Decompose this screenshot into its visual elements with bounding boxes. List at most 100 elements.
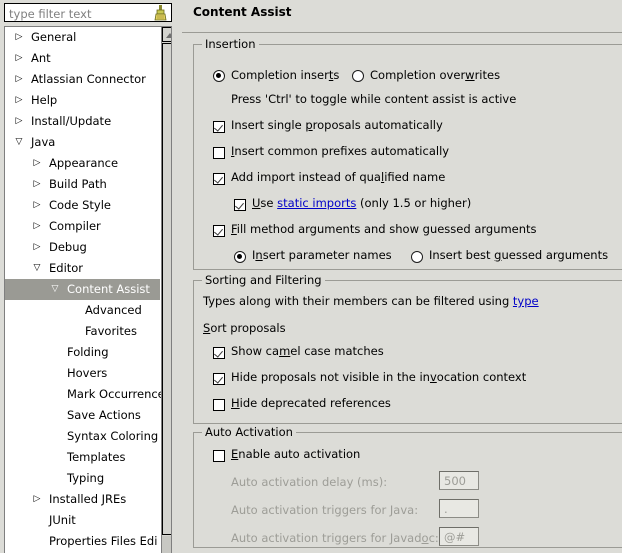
checkbox-add-import[interactable] [213, 173, 225, 185]
chevron-right-icon[interactable]: ▷ [13, 90, 25, 111]
radio-insert-parameter-names-label: Insert parameter names [252, 248, 392, 262]
checkbox-enable-auto-activation[interactable] [213, 450, 225, 462]
radio-completion-inserts-label: Completion inserts [231, 68, 339, 82]
scrollbar-thumb[interactable] [162, 43, 172, 535]
checkbox-show-camel-case[interactable] [213, 347, 225, 359]
checkbox-hide-not-visible[interactable] [213, 373, 225, 385]
chevron-right-icon[interactable]: ▷ [31, 174, 43, 195]
preferences-dialog: ▷General▷Ant▷Atlassian Connector▷Help▷In… [0, 0, 622, 553]
label-part: p [305, 118, 312, 132]
chevron-down-icon[interactable]: ▽ [31, 258, 43, 279]
auto-activation-group-legend: Auto Activation [202, 425, 296, 439]
tree-item-favorites[interactable]: Favorites [5, 321, 157, 342]
tree-item-general[interactable]: ▷General [5, 27, 157, 48]
tree-item-appearance[interactable]: ▷ Appearance [5, 153, 157, 174]
checkbox-insert-single-proposals-label: Insert single proposals automatically [231, 118, 443, 132]
tree-item-templates[interactable]: Templates [5, 447, 157, 468]
tree-item-label: Syntax Coloring [67, 426, 158, 447]
checkbox-insert-single-proposals[interactable] [213, 121, 225, 133]
tree-item-label: Appearance [49, 153, 118, 174]
chevron-right-icon[interactable]: ▷ [31, 216, 43, 237]
radio-insert-best-guessed-arguments[interactable] [411, 251, 423, 263]
auto-activation-java-value: . [444, 502, 448, 516]
scrollbar-trough[interactable] [162, 536, 172, 553]
chevron-down-icon[interactable]: ▽ [49, 279, 61, 300]
radio-insert-parameter-names[interactable] [234, 251, 246, 263]
tree-item-debug[interactable]: ▷Debug [5, 237, 157, 258]
tree-item-junit[interactable]: JUnit [5, 510, 157, 531]
label-part: nable auto activation [238, 447, 360, 461]
tree-item-advanced[interactable]: Advanced [5, 300, 157, 321]
label-part: ified name [384, 170, 445, 184]
checkbox-hide-deprecated[interactable] [213, 399, 225, 411]
tree-item-build-path[interactable]: ▷ Build Path [5, 174, 157, 195]
chevron-right-icon[interactable]: ▷ [31, 195, 43, 216]
tree-item-hovers[interactable]: Hovers [5, 363, 157, 384]
label-part: v [430, 370, 437, 384]
tree-item-content-assist[interactable]: ▽ Content Assist [5, 279, 160, 300]
search-input[interactable] [9, 6, 137, 21]
tree-item-mark-occurrence[interactable]: Mark Occurrence [5, 384, 157, 405]
tree-item-installed-jres[interactable]: ▷Installed JREs [5, 489, 157, 510]
tree-item-label: Hovers [67, 363, 107, 384]
tree-item-label: Content Assist [67, 279, 150, 300]
title-divider [182, 32, 622, 33]
auto-activation-delay-input[interactable]: 500 [439, 471, 479, 490]
tree-item-label: Editor [49, 258, 83, 279]
chevron-right-icon[interactable]: ▷ [13, 27, 25, 48]
label-part: el case matches [290, 344, 383, 358]
tree-item-label: Install/Update [31, 111, 111, 132]
label-part: m [279, 344, 290, 358]
chevron-right-icon[interactable]: ▷ [31, 489, 43, 510]
tree-item-properties-files-edi[interactable]: Properties Files Edi [5, 531, 157, 552]
tree-item-save-actions[interactable]: Save Actions [5, 405, 157, 426]
label-part: ill method arguments and show guessed ar… [237, 222, 537, 236]
radio-completion-inserts[interactable] [213, 70, 225, 82]
preferences-tree[interactable]: ▷General▷Ant▷Atlassian Connector▷Help▷In… [5, 27, 157, 553]
static-imports-prefix: Use static imports (only 1.5 or higher) [252, 196, 471, 210]
tree-item-compiler[interactable]: ▷Compiler [5, 216, 157, 237]
auto-activation-java-input[interactable]: . [439, 499, 479, 518]
tree-item-label: Advanced [85, 300, 142, 321]
tree-item-folding[interactable]: Folding [5, 342, 157, 363]
label-part: (only 1.5 or higher) [356, 196, 471, 210]
chevron-right-icon[interactable]: ▷ [31, 153, 43, 174]
checkbox-use-static-imports[interactable] [234, 199, 246, 211]
tree-item-install-update[interactable]: ▷ Install/Update [5, 111, 157, 132]
tree-item-java[interactable]: ▽Java [5, 132, 157, 153]
label-part: Hide proposals not visible in the in [231, 370, 430, 384]
tree-item-help[interactable]: ▷Help [5, 90, 157, 111]
filter-note-text: Types along with their members can be fi… [203, 294, 513, 308]
tree-item-atlassian-connector[interactable]: ▷Atlassian Connector [5, 69, 157, 90]
chevron-right-icon[interactable]: ▷ [13, 48, 25, 69]
chevron-down-icon[interactable]: ▽ [13, 132, 25, 153]
preferences-tree-container: ▷General▷Ant▷Atlassian Connector▷Help▷In… [4, 26, 172, 553]
chevron-right-icon[interactable]: ▷ [31, 237, 43, 258]
tree-item-label: Build Path [49, 174, 107, 195]
javadoc-label-pre: Auto activation triggers for Javad [231, 531, 422, 545]
tree-item-label: Mark Occurrence [67, 384, 165, 405]
tree-vertical-scrollbar[interactable] [161, 27, 172, 553]
chevron-right-icon[interactable]: ▷ [13, 69, 25, 90]
type-filters-link[interactable]: type [513, 294, 539, 308]
sorting-group-legend: Sorting and Filtering [202, 273, 325, 287]
tree-item-typing[interactable]: Typing [5, 468, 157, 489]
tree-item-syntax-coloring[interactable]: Syntax Coloring [5, 426, 157, 447]
tree-item-ant[interactable]: ▷Ant [5, 48, 157, 69]
scroll-up-arrow-icon[interactable] [162, 27, 172, 42]
label-part: roposals automatically [313, 118, 443, 132]
tree-item-label: Save Actions [67, 405, 141, 426]
tree-item-editor[interactable]: ▽ Editor [5, 258, 157, 279]
checkbox-show-camel-case-label: Show camel case matches [231, 344, 384, 358]
ctrl-toggle-hint: Press 'Ctrl' to toggle while content ass… [231, 92, 516, 106]
tree-item-code-style[interactable]: ▷Code Style [5, 195, 157, 216]
inline-link[interactable]: static imports [277, 196, 356, 210]
checkbox-fill-method-arguments[interactable] [213, 225, 225, 237]
tree-item-label: Properties Files Edi [49, 531, 157, 552]
chevron-right-icon[interactable]: ▷ [13, 111, 25, 132]
radio-completion-overwrites[interactable] [352, 70, 364, 82]
filter-box[interactable] [4, 3, 172, 22]
auto-activation-javadoc-input[interactable]: @# [439, 527, 479, 546]
checkbox-insert-common-prefixes[interactable] [213, 147, 225, 159]
broom-icon[interactable] [153, 5, 168, 21]
